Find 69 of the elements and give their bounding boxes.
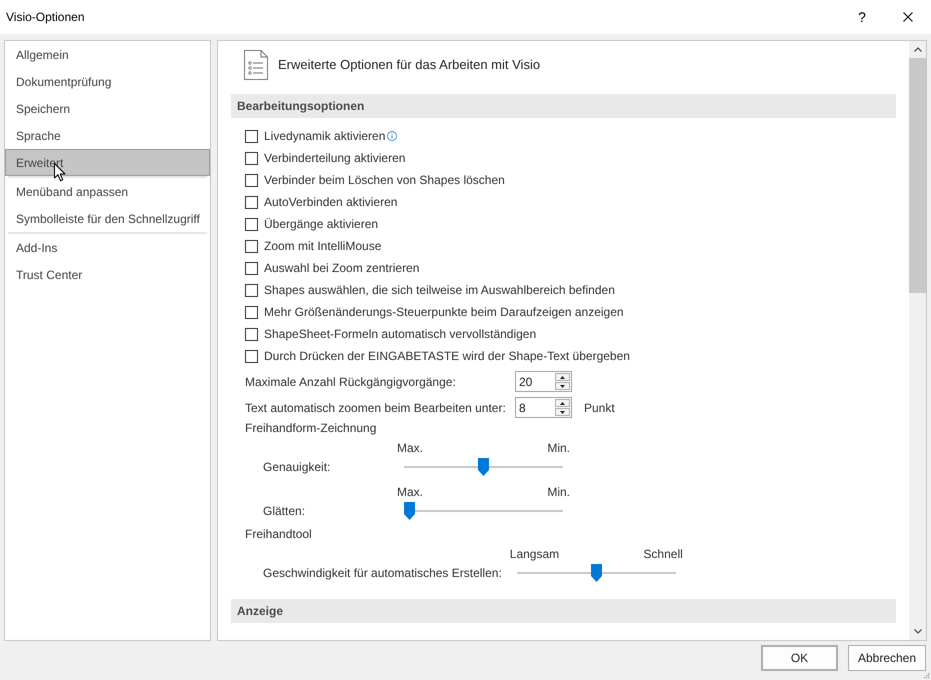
checkbox-label: ShapeSheet-Formeln automatisch vervollständigen bbox=[264, 326, 536, 343]
scrollbar-thumb[interactable] bbox=[909, 58, 926, 293]
checkbox[interactable] bbox=[245, 152, 258, 164]
group-heading: Freihandform-Zeichnung bbox=[245, 420, 376, 437]
checkbox-label: Verbinderteilung aktivieren bbox=[264, 150, 406, 167]
down-triangle-icon bbox=[560, 384, 565, 388]
help-button[interactable]: ? bbox=[839, 0, 885, 34]
slider-thumb[interactable] bbox=[590, 564, 602, 582]
section-header: Anzeige bbox=[231, 599, 896, 623]
checkbox[interactable] bbox=[245, 174, 258, 186]
number-field[interactable]: 20 bbox=[516, 372, 555, 391]
slider-track[interactable] bbox=[404, 502, 563, 520]
sidebar-item[interactable]: Erweitert bbox=[5, 149, 210, 176]
slider-label: Geschwindigkeit für automatisches Erstellen: bbox=[263, 565, 502, 582]
unit-label: Punkt bbox=[584, 400, 615, 416]
checkbox-label: Livedynamik aktivieren bbox=[264, 128, 386, 145]
checkbox[interactable] bbox=[245, 130, 258, 142]
number-spinner[interactable]: 20 bbox=[515, 371, 572, 392]
down-triangle-icon bbox=[560, 410, 565, 414]
checkbox[interactable] bbox=[245, 284, 258, 296]
section-header: Bearbeitungsoptionen bbox=[231, 94, 896, 118]
slider-thumb[interactable] bbox=[478, 458, 489, 476]
number-field[interactable]: 8 bbox=[516, 398, 555, 417]
spin-down-button[interactable] bbox=[555, 408, 570, 416]
checkbox-label: Übergänge aktivieren bbox=[264, 216, 378, 233]
slider-track[interactable] bbox=[516, 564, 676, 582]
number-spinner[interactable]: 8 bbox=[515, 397, 572, 418]
slider-end-label: Min. bbox=[547, 484, 570, 501]
slider-end-label: Min. bbox=[547, 440, 570, 457]
page-title: Erweiterte Optionen für das Arbeiten mit Visio bbox=[278, 56, 540, 74]
checkbox[interactable] bbox=[245, 218, 258, 230]
checkbox-label: Shapes auswählen, die sich teilweise im Auswahlbereich befinden bbox=[264, 282, 615, 299]
group-heading: Freihandtool bbox=[245, 526, 312, 543]
checkbox-label: Mehr Größenänderungs-Steuerpunkte beim Daraufzeigen anzeigen bbox=[264, 304, 624, 321]
checkbox-label: Auswahl bei Zoom zentrieren bbox=[264, 260, 420, 277]
document-list-icon bbox=[243, 49, 269, 81]
slider-track[interactable] bbox=[404, 458, 563, 476]
checkbox-label: Verbinder beim Löschen von Shapes löschen bbox=[264, 172, 505, 189]
checkbox[interactable] bbox=[245, 328, 258, 340]
slider-end-label: Schnell bbox=[643, 546, 683, 563]
info-icon[interactable] bbox=[387, 131, 398, 141]
checkbox-label: AutoVerbinden aktivieren bbox=[264, 194, 398, 211]
up-triangle-icon bbox=[560, 402, 565, 404]
checkbox[interactable] bbox=[245, 196, 258, 208]
spin-down-button[interactable] bbox=[555, 382, 570, 390]
checkbox[interactable] bbox=[245, 306, 258, 318]
slider-end-label: Langsam bbox=[510, 546, 560, 563]
chevron-up-icon bbox=[914, 47, 922, 52]
window-title: Visio-Optionen bbox=[6, 9, 84, 26]
dialog-button[interactable]: OK bbox=[761, 645, 838, 671]
checkbox-label: Zoom mit IntelliMouse bbox=[264, 238, 382, 255]
close-icon bbox=[903, 12, 913, 22]
checkbox[interactable] bbox=[245, 240, 258, 252]
spin-up-button[interactable] bbox=[555, 373, 570, 381]
dialog-button[interactable]: Abbrechen bbox=[848, 645, 926, 671]
up-triangle-icon bbox=[560, 376, 565, 378]
checkbox[interactable] bbox=[245, 350, 258, 362]
spin-up-button[interactable] bbox=[555, 399, 570, 407]
checkbox[interactable] bbox=[245, 262, 258, 274]
slider-label: Glätten: bbox=[263, 503, 306, 520]
slider-thumb[interactable] bbox=[404, 502, 415, 520]
slider-end-label: Max. bbox=[397, 484, 424, 501]
checkbox-label: Durch Drücken der EINGABETASTE wird der Shape-Text übergeben bbox=[264, 348, 630, 365]
field-label: Text automatisch zoomen beim Bearbeiten unter: bbox=[245, 400, 507, 416]
resize-grip-icon[interactable] bbox=[923, 672, 930, 679]
field-label: Maximale Anzahl Rückgängigvorgänge: bbox=[245, 374, 457, 390]
slider-label: Genauigkeit: bbox=[263, 459, 330, 476]
slider-end-label: Max. bbox=[397, 440, 424, 457]
chevron-down-icon bbox=[914, 629, 922, 634]
